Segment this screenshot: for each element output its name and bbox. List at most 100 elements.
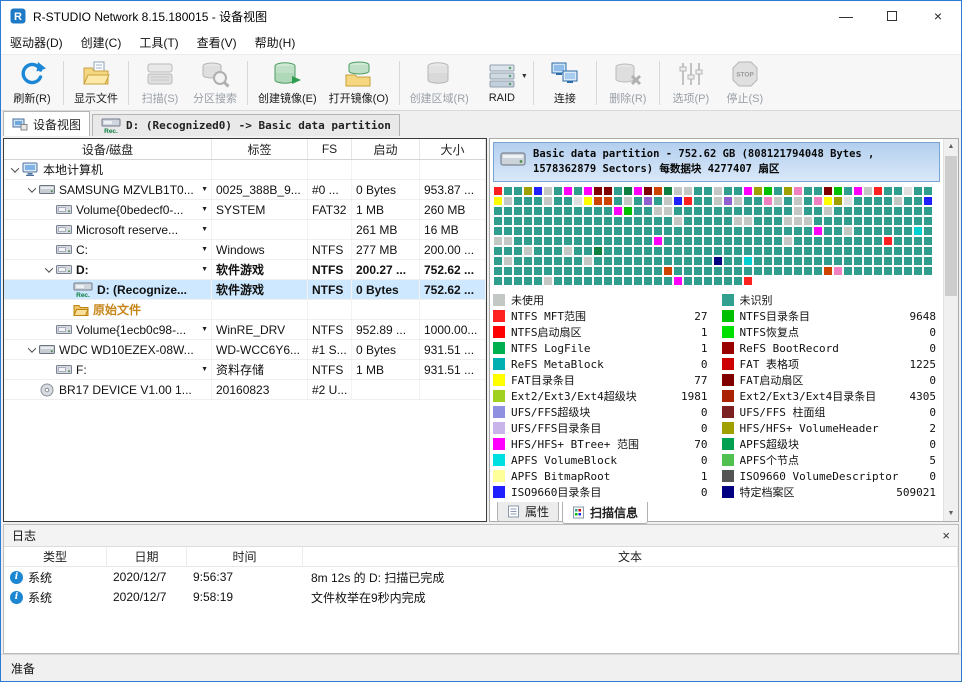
close-button[interactable]: × (915, 1, 961, 31)
delete-button[interactable]: 删除(R) (601, 57, 655, 109)
scan-block (794, 227, 802, 235)
tab-properties[interactable]: 属性 (497, 502, 559, 522)
scan-block (584, 277, 592, 285)
tab-device-view[interactable]: 设备视图 (3, 111, 90, 136)
menu-item-3[interactable]: 查看(V) (188, 31, 246, 54)
open-image-button[interactable]: 打开镜像(O) (323, 57, 395, 109)
scan-block (634, 277, 642, 285)
scan-block (824, 197, 832, 205)
log-close-icon[interactable]: × (942, 528, 950, 543)
scan-block (804, 217, 812, 225)
log-column-header-3[interactable]: 文本 (303, 547, 958, 566)
row-dropdown-arrow-icon[interactable]: ▼ (201, 266, 211, 273)
tree-column-header-2[interactable]: FS (308, 139, 352, 159)
log-column-header-2[interactable]: 时间 (187, 547, 303, 566)
scan-block (794, 217, 802, 225)
scroll-down-icon[interactable]: ▼ (944, 506, 958, 521)
svg-text:Rec.: Rec. (104, 128, 118, 134)
minimize-button[interactable]: — (823, 1, 869, 31)
tree-row-9[interactable]: WDC WD10EZEX-08W...WD-WCC6Y6...#1 S...0 … (4, 340, 486, 360)
row-dropdown-arrow-icon[interactable]: ▼ (201, 326, 211, 333)
tree-row-2[interactable]: Volume{0bedecf0-...▼SYSTEMFAT321 MB260 M… (4, 200, 486, 220)
connect-button[interactable]: 连接 (538, 57, 592, 109)
right-panel-scrollbar[interactable]: ▲ ▼ (943, 139, 958, 521)
expander-icon[interactable] (25, 187, 39, 193)
row-dropdown-arrow-icon[interactable]: ▼ (201, 226, 211, 233)
tree-cell-fs: #2 U... (308, 380, 352, 399)
tab-scan-info[interactable]: 扫描信息 (562, 502, 648, 524)
scroll-up-icon[interactable]: ▲ (944, 139, 958, 154)
legend-label: 未识别 (740, 292, 773, 308)
tree-row-8[interactable]: Volume{1ecb0c98-...▼WinRE_DRVNTFS952.89 … (4, 320, 486, 340)
scrollbar-thumb[interactable] (945, 156, 957, 296)
expander-icon[interactable] (8, 167, 22, 173)
scan-block (794, 247, 802, 255)
caption-buttons: — × (823, 1, 961, 31)
menu-item-1[interactable]: 创建(C) (72, 31, 131, 54)
tree-column-header-1[interactable]: 标签 (212, 139, 308, 159)
tree-row-4[interactable]: C:▼WindowsNTFS277 MB200.00 ... (4, 240, 486, 260)
menu-item-2[interactable]: 工具(T) (130, 31, 187, 54)
tree-row-6[interactable]: Rec.D: (Recognize...软件游戏NTFS0 Bytes752.6… (4, 280, 486, 300)
scan-block (794, 207, 802, 215)
tree-row-3[interactable]: Microsoft reserve...▼261 MB16 MB (4, 220, 486, 240)
partition-search-button[interactable]: 分区搜索 (187, 57, 243, 109)
log-row-0[interactable]: i系统2020/12/79:56:378m 12s 的 D: 扫描已完成 (4, 567, 958, 587)
legend-count: 0 (701, 406, 712, 419)
scan-block (594, 207, 602, 215)
create-region-button[interactable]: 创建区域(R) (404, 57, 475, 109)
scan-block (664, 267, 672, 275)
scan-block (504, 187, 512, 195)
volume-icon (56, 323, 72, 336)
scan-block (754, 237, 762, 245)
scan-block (914, 187, 922, 195)
tree-row-label: Volume{0bedecf0-... (76, 203, 183, 217)
tree-row-0[interactable]: 本地计算机 (4, 160, 486, 180)
log-column-header-0[interactable]: 类型 (4, 547, 107, 566)
raid-dropdown-arrow-icon[interactable]: ▼ (521, 73, 528, 80)
tree-row-11[interactable]: BR17 DEVICE V1.00 1...20160823#2 U... (4, 380, 486, 400)
options-button[interactable]: 选项(P) (664, 57, 718, 109)
legend-item: FAT 表格项1225 (722, 356, 941, 372)
tree-column-header-0[interactable]: 设备/磁盘 (4, 139, 212, 159)
stop-button[interactable]: STOP停止(S) (718, 57, 772, 109)
scan-block (844, 207, 852, 215)
tree-row-1[interactable]: SAMSUNG MZVLB1T0...▼0025_388B_9...#0 ...… (4, 180, 486, 200)
scan-block (764, 217, 772, 225)
scan-block (734, 217, 742, 225)
tree-row-7[interactable]: 原始文件 (4, 300, 486, 320)
expander-icon[interactable] (42, 267, 56, 273)
scan-block (744, 237, 752, 245)
scan-block (604, 277, 612, 285)
scrollbar-track[interactable] (944, 154, 958, 506)
maximize-button[interactable] (869, 1, 915, 31)
tree-row-5[interactable]: D:▼软件游戏NTFS200.27 ...752.62 ... (4, 260, 486, 280)
row-dropdown-arrow-icon[interactable]: ▼ (201, 246, 211, 253)
log-cell-date: 2020/12/7 (107, 590, 187, 604)
scan-block (614, 267, 622, 275)
scan-block (814, 207, 822, 215)
tab-recognized-partition[interactable]: Rec.D: (Recognized0) -> Basic data parti… (92, 114, 400, 136)
scan-block (724, 217, 732, 225)
menu-item-4[interactable]: 帮助(H) (246, 31, 305, 54)
tree-column-header-4[interactable]: 大小 (420, 139, 486, 159)
row-dropdown-arrow-icon[interactable]: ▼ (201, 366, 211, 373)
legend-label: Ext2/Ext3/Ext4目录条目 (740, 388, 877, 404)
log-row-1[interactable]: i系统2020/12/79:58:19文件枚举在9秒内完成 (4, 587, 958, 607)
scan-button[interactable]: 扫描(S) (133, 57, 187, 109)
log-column-header-1[interactable]: 日期 (107, 547, 187, 566)
scan-block (594, 187, 602, 195)
row-dropdown-arrow-icon[interactable]: ▼ (201, 186, 211, 193)
create-image-button[interactable]: 创建镜像(E) (252, 57, 323, 109)
refresh-button[interactable]: 刷新(R) (5, 57, 59, 109)
menu-item-0[interactable]: 驱动器(D) (1, 31, 72, 54)
tree-column-header-3[interactable]: 启动 (352, 139, 420, 159)
expander-icon[interactable] (25, 347, 39, 353)
scan-block (864, 217, 872, 225)
tree-row-10[interactable]: F:▼资料存储NTFS1 MB931.51 ... (4, 360, 486, 380)
raid-button[interactable]: RAID▼ (475, 59, 529, 107)
row-dropdown-arrow-icon[interactable]: ▼ (201, 206, 211, 213)
show-files-button[interactable]: 显示文件 (68, 57, 124, 109)
scan-block (794, 197, 802, 205)
volume-icon (56, 243, 72, 256)
